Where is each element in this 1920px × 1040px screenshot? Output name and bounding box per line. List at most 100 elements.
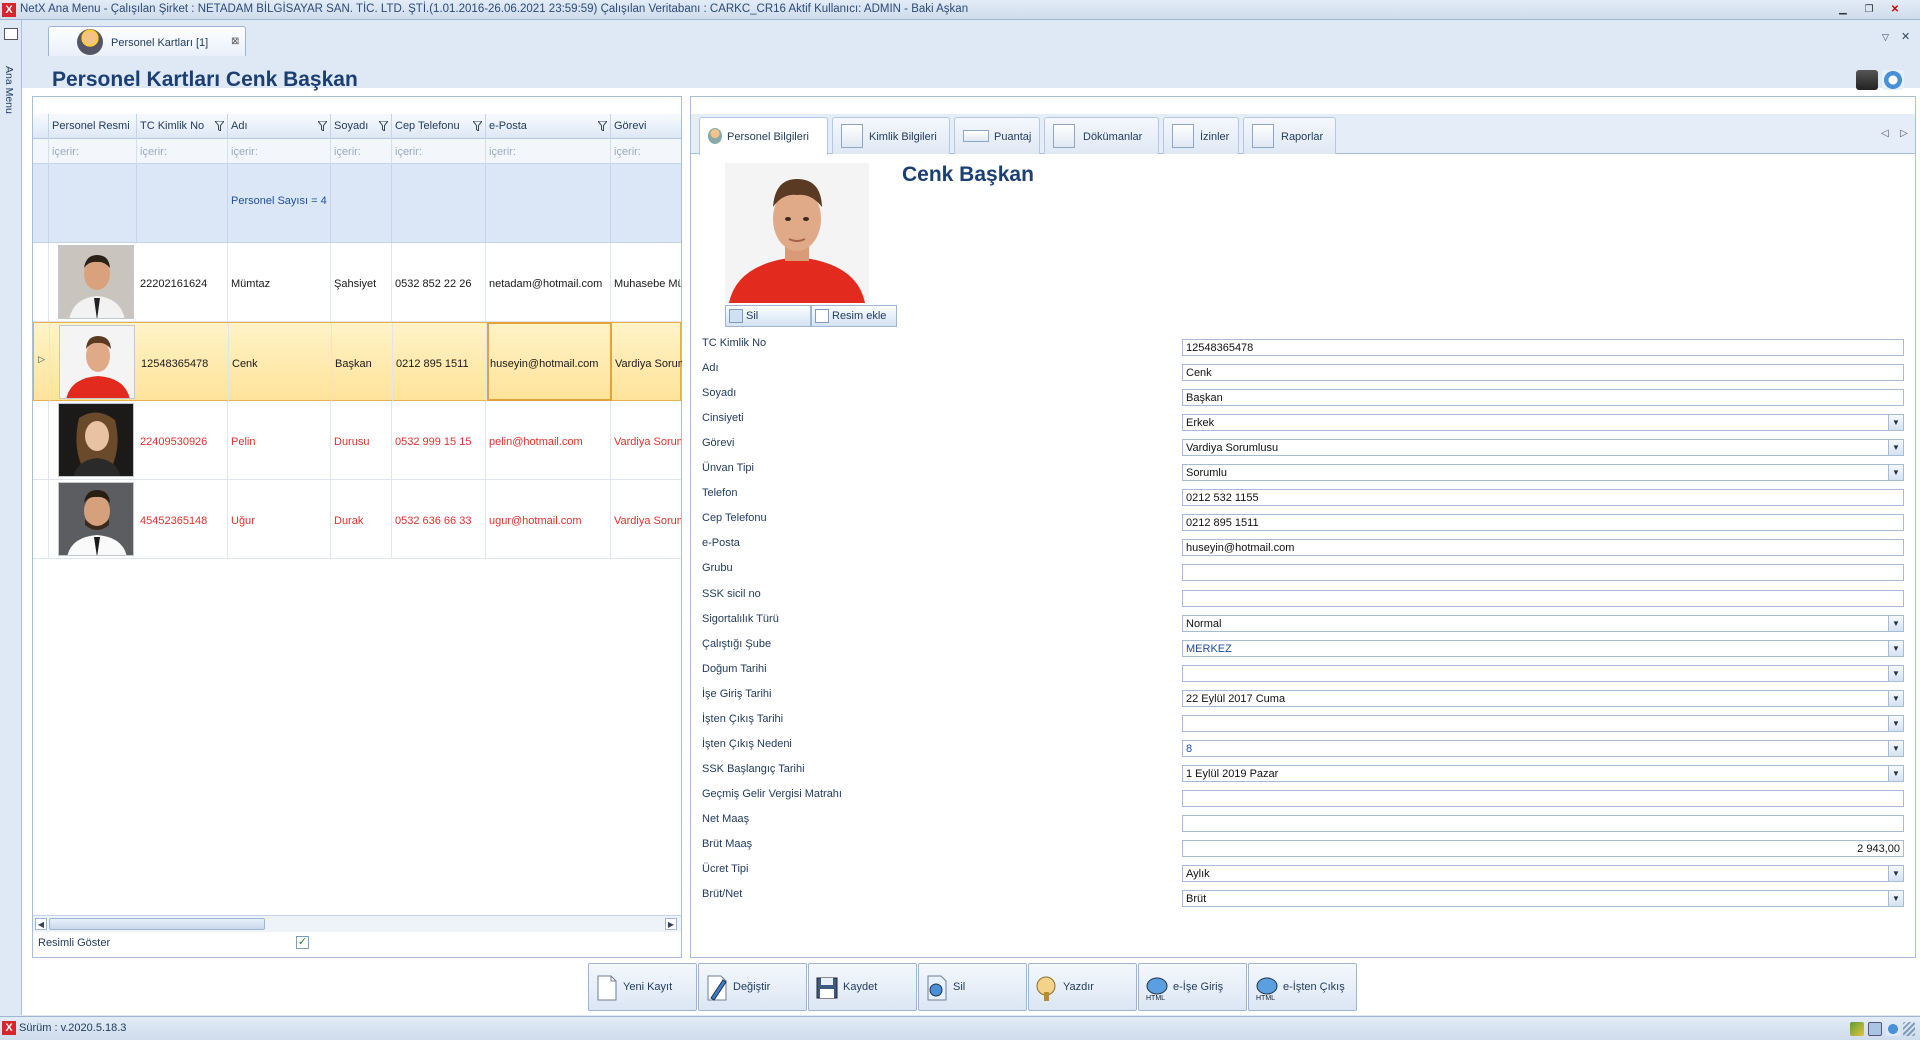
new-record-button[interactable]: Yeni Kayıt [588,963,697,1011]
dropdown-field[interactable]: ▼ [1182,665,1904,682]
restore-button[interactable]: ❐ [1862,3,1876,16]
photo-delete-button[interactable]: Sil [725,305,811,327]
filter-icon[interactable] [318,121,327,131]
dropdown-field[interactable]: Vardiya Sorumlusu ▼ [1182,439,1904,456]
chevron-down-icon[interactable]: ▼ [1888,666,1903,681]
chevron-down-icon[interactable]: ▼ [1888,415,1903,430]
table-row-selected[interactable]: ▷ 12548365478 Cenk Başkan 0212 895 1511 … [33,322,682,402]
filter-input[interactable]: içerir: [228,139,331,164]
text-field[interactable]: Cenk [1182,364,1904,381]
text-field[interactable]: huseyin@hotmail.com [1182,539,1904,556]
chevron-down-icon[interactable]: ▼ [1888,716,1903,731]
tab-prev-icon[interactable]: ◁ [1881,128,1889,139]
text-field[interactable] [1182,815,1904,832]
delete-button[interactable]: Sil [918,963,1027,1011]
col-adi[interactable]: Adı [228,114,331,139]
col-e-posta[interactable]: e-Posta [486,114,611,139]
dropdown-field[interactable]: Sorumlu ▼ [1182,464,1904,481]
text-field[interactable]: Başkan [1182,389,1904,406]
tray-icon[interactable] [1850,1022,1864,1036]
close-button[interactable]: ✕ [1888,3,1902,16]
chevron-down-icon[interactable]: ▼ [1888,465,1903,480]
refresh-icon[interactable] [1882,70,1904,90]
chevron-down-icon[interactable]: ▼ [1888,741,1903,756]
text-field[interactable]: 12548365478 [1182,339,1904,356]
col-personel-resmi[interactable]: Personel Resmi [49,114,137,139]
save-button[interactable]: Kaydet [808,963,917,1011]
chevron-down-icon[interactable]: ▼ [1888,891,1903,906]
field-value: 2 943,00 [1857,843,1900,855]
tray-icon[interactable] [1886,1022,1900,1036]
tab-personel-kartlari[interactable]: Personel Kartları [1] ⊠ [48,26,246,56]
menu-icon[interactable] [4,28,18,40]
dropdown-field[interactable]: MERKEZ ▼ [1182,640,1904,657]
col-gorevi[interactable]: Görevi [611,114,681,139]
dropdown-field[interactable]: 1 Eylül 2019 Pazar ▼ [1182,765,1904,782]
tab-dokumanlar[interactable]: Dökümanlar [1044,117,1159,154]
col-tc-kimlik-no[interactable]: TC Kimlik No [137,114,228,139]
filter-input[interactable]: içerir: [331,139,392,164]
filter-input[interactable]: içerir: [611,139,681,164]
tray-icon[interactable] [1868,1022,1882,1036]
resize-grip-icon[interactable] [1903,1022,1915,1036]
chevron-down-icon[interactable]: ▼ [1888,440,1903,455]
filter-icon[interactable] [215,121,224,131]
ana-menu-label[interactable]: Ana Menu [3,66,15,114]
e-ise-giris-button[interactable]: HTML e-İşe Giriş [1138,963,1247,1011]
table-row[interactable]: 22202161624 Mümtaz Şahsiyet 0532 852 22 … [33,243,681,322]
dropdown-field[interactable]: 8 ▼ [1182,740,1904,757]
dropdown-field[interactable]: Brüt ▼ [1182,890,1904,907]
resimli-goster-checkbox[interactable]: ✓ [296,936,309,949]
dropdown-field[interactable]: Aylık ▼ [1182,865,1904,882]
scroll-right-icon[interactable]: ▶ [665,918,677,930]
field-label: Grubu [702,562,733,574]
horizontal-scrollbar[interactable]: ◀ ▶ [33,915,681,932]
tab-list-chevron-icon[interactable]: ▽ [1882,32,1889,43]
tab-puantaj[interactable]: Puantaj [954,117,1040,154]
text-field[interactable]: 0212 895 1511 [1182,514,1904,531]
col-cep-telefonu[interactable]: Cep Telefonu [392,114,486,139]
tab-next-icon[interactable]: ▷ [1900,128,1908,139]
text-field[interactable] [1182,590,1904,607]
print-button[interactable]: Yazdır [1028,963,1137,1011]
dropdown-field[interactable]: 22 Eylül 2017 Cuma ▼ [1182,690,1904,707]
dropdown-field[interactable]: Erkek ▼ [1182,414,1904,431]
col-soyadi[interactable]: Soyadı [331,114,392,139]
text-field[interactable]: 0212 532 1155 [1182,489,1904,506]
table-row[interactable]: 22409530926 Pelin Durusu 0532 999 15 15 … [33,401,681,480]
left-menu-strip[interactable]: Ana Menu [0,20,22,1015]
e-isten-cikis-button[interactable]: HTML e-İşten Çıkış [1248,963,1357,1011]
tab-close-icon[interactable]: ⊠ [231,36,239,47]
scroll-left-icon[interactable]: ◀ [35,918,47,930]
filter-input[interactable]: içerir: [137,139,228,164]
field-label: Telefon [702,487,738,499]
field-value: Brüt [1186,893,1207,905]
chevron-down-icon[interactable]: ▼ [1888,641,1903,656]
tab-izinler[interactable]: İzinler [1163,117,1239,154]
dropdown-field[interactable]: ▼ [1182,715,1904,732]
table-row[interactable]: 45452365148 Uğur Durak 0532 636 66 33 ug… [33,480,681,559]
camera-icon[interactable] [1856,70,1878,90]
chevron-down-icon[interactable]: ▼ [1888,691,1903,706]
tab-kimlik-bilgileri[interactable]: Kimlik Bilgileri [832,117,950,154]
edit-button[interactable]: Değiştir [698,963,807,1011]
filter-input[interactable]: içerir: [49,139,137,164]
photo-add-button[interactable]: Resim ekle [811,305,897,327]
tab-raporlar[interactable]: Raporlar [1243,117,1336,154]
filter-input[interactable]: içerir: [486,139,611,164]
chevron-down-icon[interactable]: ▼ [1888,616,1903,631]
scroll-thumb[interactable] [49,918,265,930]
filter-icon[interactable] [598,121,607,131]
tab-close-all-icon[interactable]: ✕ [1901,30,1910,43]
text-field[interactable]: 2 943,00 [1182,840,1904,857]
text-field[interactable] [1182,564,1904,581]
filter-input[interactable]: içerir: [392,139,486,164]
chevron-down-icon[interactable]: ▼ [1888,766,1903,781]
minimize-button[interactable]: ▁ [1836,3,1850,16]
dropdown-field[interactable]: Normal ▼ [1182,615,1904,632]
filter-icon[interactable] [473,121,482,131]
chevron-down-icon[interactable]: ▼ [1888,866,1903,881]
filter-icon[interactable] [379,121,388,131]
tab-personel-bilgileri[interactable]: Personel Bilgileri [699,117,828,155]
text-field[interactable] [1182,790,1904,807]
